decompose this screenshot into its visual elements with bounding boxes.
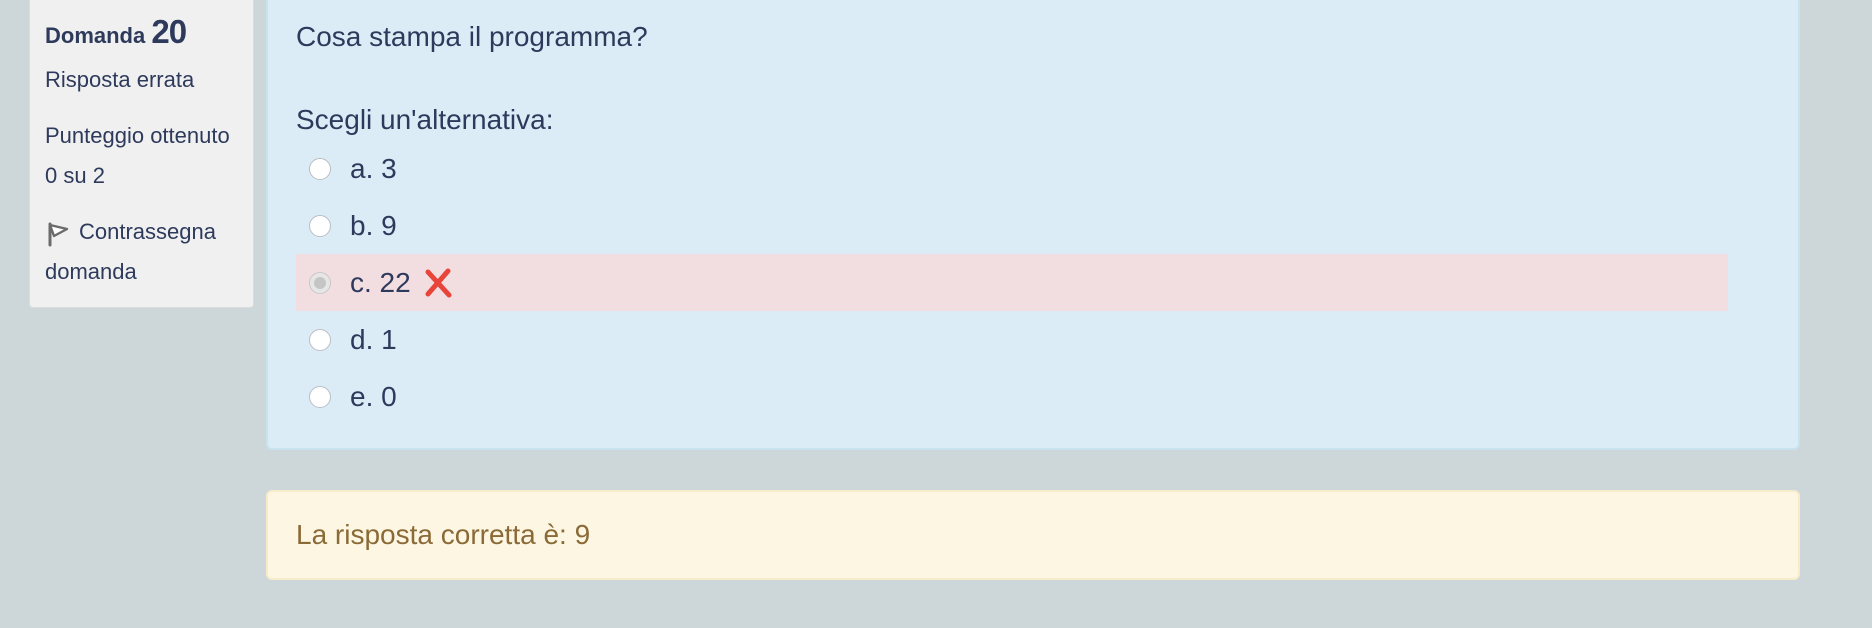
question-number-heading: Domanda 20 xyxy=(45,14,238,54)
question-formulation: Cosa stampa il programma? Scegli un'alte… xyxy=(266,0,1800,450)
answer-option-b[interactable]: b. 9 xyxy=(296,197,1728,254)
flag-question-toggle[interactable]: Contrassegna domanda xyxy=(45,212,238,292)
flag-label-1: Contrassegna xyxy=(79,219,216,244)
flag-icon xyxy=(45,220,71,247)
question-info-panel: Domanda 20 Risposta errata Punteggio ott… xyxy=(29,0,254,308)
answer-option-label: b. 9 xyxy=(350,209,397,241)
cross-icon xyxy=(423,268,453,298)
answer-option-label: e. 0 xyxy=(350,380,397,412)
flag-label-2: domanda xyxy=(45,259,137,284)
radio-button[interactable] xyxy=(309,157,331,180)
answer-option-a[interactable]: a. 3 xyxy=(296,140,1728,197)
radio-button[interactable] xyxy=(309,385,331,408)
answer-option-label: c. 22 xyxy=(350,266,411,298)
question-text: Cosa stampa il programma? xyxy=(296,21,648,52)
grade-value: 0 su 2 xyxy=(45,163,105,188)
question-number: 20 xyxy=(151,13,187,50)
radio-button[interactable] xyxy=(309,328,331,351)
grade-label: Punteggio ottenuto xyxy=(45,123,230,148)
answer-option-label: a. 3 xyxy=(350,152,397,184)
right-answer-text: La risposta corretta è: 9 xyxy=(296,519,591,550)
answer-option-e[interactable]: e. 0 xyxy=(296,368,1728,425)
answer-option-d[interactable]: d. 1 xyxy=(296,311,1728,368)
radio-button[interactable] xyxy=(309,214,331,237)
question-grade: Punteggio ottenuto 0 su 2 xyxy=(45,116,238,196)
radio-button-selected[interactable] xyxy=(309,271,331,294)
answer-option-label: d. 1 xyxy=(350,323,397,355)
feedback-box: La risposta corretta è: 9 xyxy=(266,490,1800,580)
answer-options: a. 3 b. 9 c. 22 d. 1 e. 0 xyxy=(296,140,1728,425)
answer-prompt: Scegli un'alternativa: xyxy=(296,104,554,135)
question-state: Risposta errata xyxy=(45,67,195,92)
question-label: Domanda xyxy=(45,23,146,48)
flag-line-1: Contrassegna xyxy=(45,212,238,252)
answer-option-c[interactable]: c. 22 xyxy=(296,254,1728,311)
